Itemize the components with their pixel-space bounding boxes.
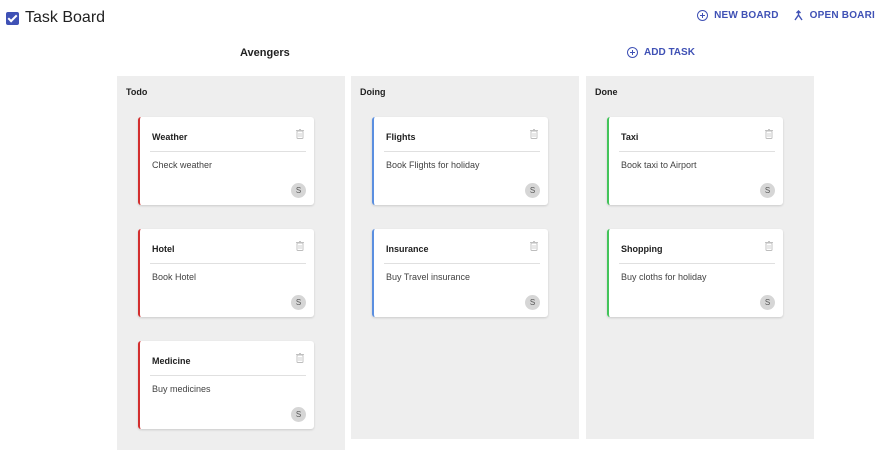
trash-icon[interactable]	[765, 129, 773, 139]
column-done: Done Taxi Book taxi to Airport S Shoppin…	[586, 76, 814, 439]
open-board-label: OPEN BOARI	[809, 10, 875, 21]
app-title: Task Board	[6, 8, 105, 28]
add-task-label: ADD TASK	[644, 47, 695, 58]
new-board-button[interactable]: NEW BOARD	[697, 10, 779, 21]
board-name: Avengers	[240, 47, 290, 59]
task-card[interactable]: Hotel Book Hotel S	[138, 229, 314, 317]
new-board-label: NEW BOARD	[714, 10, 779, 21]
task-description: Buy cloths for holiday	[621, 272, 707, 282]
trash-icon[interactable]	[530, 129, 538, 139]
task-description: Buy Travel insurance	[386, 272, 471, 282]
task-card[interactable]: Insurance Buy Travel insurance S	[372, 229, 548, 317]
trash-icon[interactable]	[296, 353, 304, 363]
task-description: Book Hotel	[152, 272, 197, 282]
task-card[interactable]: Taxi Book taxi to Airport S	[607, 117, 783, 205]
card-divider	[619, 151, 775, 152]
check-box-icon	[6, 11, 19, 25]
task-description: Buy medicines	[152, 384, 211, 394]
task-card[interactable]: Medicine Buy medicines S	[138, 341, 314, 429]
add-circle-icon	[627, 47, 638, 58]
card-divider	[384, 151, 540, 152]
assignee-avatar: S	[291, 295, 306, 310]
trash-icon[interactable]	[530, 241, 538, 251]
card-divider	[619, 263, 775, 264]
top-actions: NEW BOARD OPEN BOARI	[697, 10, 875, 21]
assignee-avatar: S	[525, 295, 540, 310]
assignee-avatar: S	[291, 183, 306, 198]
column-title: Doing	[360, 87, 386, 97]
add-task-button[interactable]: ADD TASK	[627, 47, 695, 58]
column-title: Todo	[126, 87, 148, 97]
task-card[interactable]: Shopping Buy cloths for holiday S	[607, 229, 783, 317]
assignee-avatar: S	[291, 407, 306, 422]
task-card[interactable]: Flights Book Flights for holiday S	[372, 117, 548, 205]
card-divider	[150, 375, 306, 376]
column-doing: Doing Flights Book Flights for holiday S…	[351, 76, 579, 439]
assignee-avatar: S	[760, 295, 775, 310]
task-title: Taxi	[621, 132, 639, 142]
card-divider	[150, 263, 306, 264]
task-title: Hotel	[152, 244, 175, 254]
task-title: Flights	[386, 132, 416, 142]
task-card[interactable]: Weather Check weather S	[138, 117, 314, 205]
open-board-button[interactable]: OPEN BOARI	[793, 10, 875, 21]
add-circle-icon	[697, 10, 709, 21]
assignee-avatar: S	[525, 183, 540, 198]
trash-icon[interactable]	[296, 241, 304, 251]
task-description: Book taxi to Airport	[621, 160, 697, 170]
task-description: Book Flights for holiday	[386, 160, 480, 170]
task-description: Check weather	[152, 160, 213, 170]
merge-icon	[793, 10, 804, 21]
task-title: Medicine	[152, 356, 191, 366]
task-title: Shopping	[621, 244, 663, 254]
column-title: Done	[595, 87, 618, 97]
column-todo: Todo Weather Check weather S Hotel Book …	[117, 76, 345, 450]
assignee-avatar: S	[760, 183, 775, 198]
task-title: Insurance	[386, 244, 429, 254]
task-title: Weather	[152, 132, 188, 142]
card-divider	[150, 151, 306, 152]
app-title-label: Task Board	[25, 9, 106, 26]
card-divider	[384, 263, 540, 264]
trash-icon[interactable]	[296, 129, 304, 139]
trash-icon[interactable]	[765, 241, 773, 251]
